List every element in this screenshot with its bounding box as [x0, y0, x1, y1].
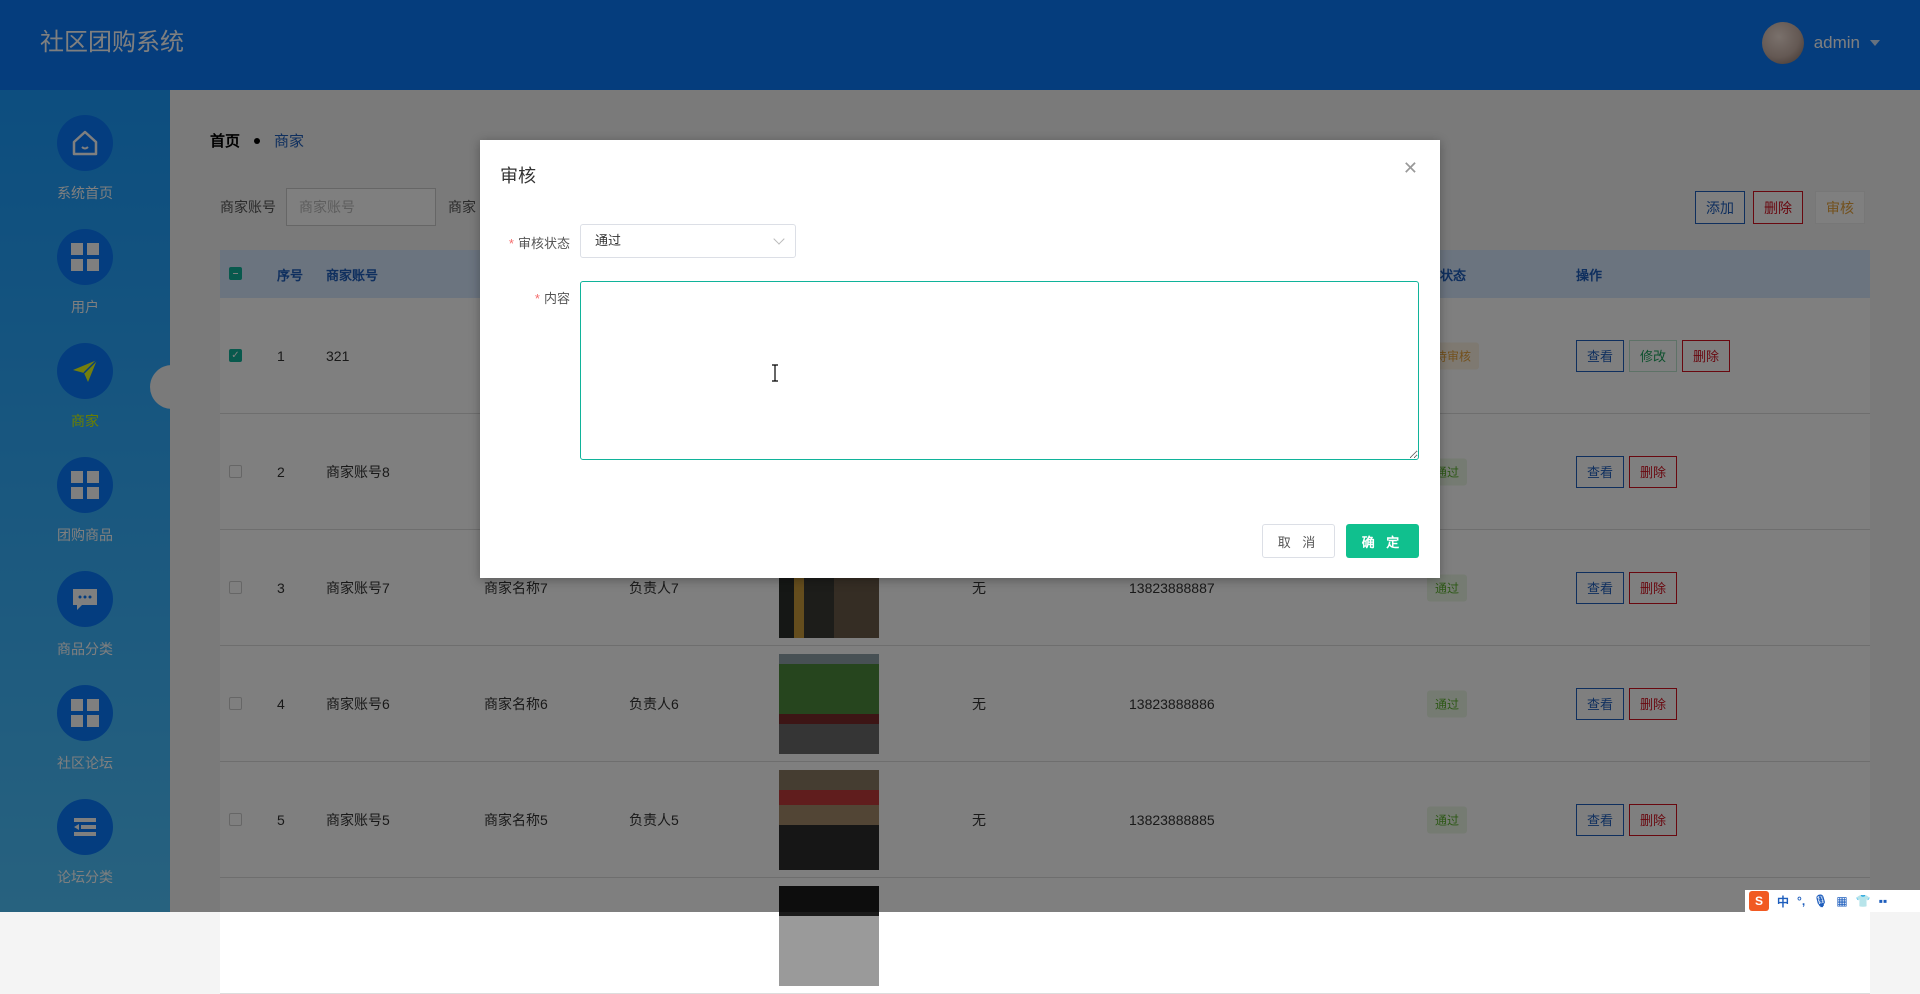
- audit-status-value: 通过: [595, 233, 622, 248]
- cancel-button[interactable]: 取 消: [1262, 524, 1335, 558]
- audit-status-select[interactable]: 通过: [580, 224, 796, 258]
- confirm-button[interactable]: 确 定: [1346, 524, 1419, 558]
- close-icon[interactable]: ✕: [1403, 158, 1418, 179]
- sogou-logo-icon: S: [1749, 891, 1769, 911]
- apps-icon[interactable]: ▪▪: [1879, 894, 1888, 908]
- chevron-down-icon: [773, 233, 785, 245]
- ime-toolbar[interactable]: S 中 °, 🎙 ▦ 👕 ▪▪: [1745, 890, 1920, 912]
- keyboard-icon[interactable]: ▦: [1836, 894, 1847, 908]
- ime-punctuation[interactable]: °,: [1797, 894, 1805, 908]
- audit-dialog: 审核 ✕ * 审核状态 通过 * 内容 取 消 确 定: [480, 140, 1440, 578]
- content-field-label: * 内容: [534, 291, 570, 306]
- status-field-label: * 审核状态: [508, 236, 570, 251]
- dialog-title: 审核: [500, 166, 536, 186]
- skin-icon[interactable]: 👕: [1856, 894, 1871, 908]
- ime-language[interactable]: 中: [1777, 893, 1789, 910]
- content-textarea[interactable]: [580, 281, 1419, 460]
- microphone-icon[interactable]: 🎙: [1813, 894, 1828, 908]
